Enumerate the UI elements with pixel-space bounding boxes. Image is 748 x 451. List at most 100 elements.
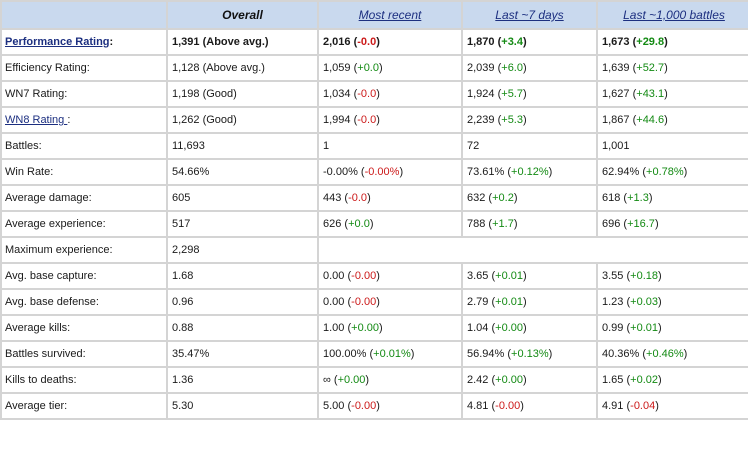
- row-label: Average tier:: [0, 392, 168, 420]
- stat-value: -0.00%: [323, 166, 358, 178]
- most-recent-value: 0.00 (-0.00): [317, 262, 463, 290]
- header-last-1000-battles[interactable]: Last ~1,000 battles: [596, 0, 748, 30]
- last-7-days-link[interactable]: Last ~7 days: [495, 8, 563, 22]
- header-most-recent[interactable]: Most recent: [317, 0, 463, 30]
- delta-negative: -0.04: [630, 400, 656, 412]
- most-recent-value: 626 (+0.0): [317, 210, 463, 238]
- overall-value: 54.66%: [166, 158, 319, 186]
- stat-value: 2.42: [467, 374, 489, 386]
- last-7-days-value: 2.42 (+0.00): [461, 366, 598, 394]
- table-row: Maximum experience: 2,298: [0, 236, 748, 264]
- stat-value: ∞: [323, 374, 331, 386]
- last-1000-value: 1,639 (+52.7): [596, 54, 748, 82]
- stat-value: 1,870: [467, 36, 495, 48]
- delta-positive: +0.00: [495, 322, 523, 334]
- last-1000-value: 618 (+1.3): [596, 184, 748, 212]
- stat-value: 1,034: [323, 88, 351, 100]
- delta-positive: +0.03: [630, 296, 658, 308]
- header-row: Overall Most recent Last ~7 days Last ~1…: [0, 0, 748, 30]
- stat-value: 2,239: [467, 114, 495, 126]
- table-row: Battles survived: 35.47% 100.00% (+0.01%) 5…: [0, 340, 748, 368]
- row-label: Maximum experience:: [0, 236, 168, 264]
- delta-positive: +0.13%: [511, 348, 549, 360]
- delta-negative: -0.0: [357, 114, 377, 126]
- overall-value: 1,128 (Above avg.): [166, 54, 319, 82]
- overall-value: 1.68: [166, 262, 319, 290]
- last-1000-value: 1,001: [596, 132, 748, 160]
- last-7-days-value: 56.94% (+0.13%): [461, 340, 598, 368]
- last-1000-battles-link[interactable]: Last ~1,000 battles: [623, 8, 725, 22]
- last-1000-value: 40.36% (+0.46%): [596, 340, 748, 368]
- most-recent-value: 443 (-0.0): [317, 184, 463, 212]
- delta-positive: +1.3: [627, 192, 649, 204]
- most-recent-value: ∞ (+0.00): [317, 366, 463, 394]
- last-1000-value: 1.23 (+0.03): [596, 288, 748, 316]
- delta-negative: -0.00%: [364, 166, 400, 178]
- stat-value: 1.00: [323, 322, 345, 334]
- most-recent-value: -0.00% (-0.00%): [317, 158, 463, 186]
- stat-value: 1,673: [602, 36, 630, 48]
- most-recent-value: 2,016 (-0.0): [317, 28, 463, 56]
- stat-value: 696: [602, 218, 621, 230]
- row-label: Efficiency Rating:: [0, 54, 168, 82]
- overall-value: 5.30: [166, 392, 319, 420]
- rating-link[interactable]: WN8 Rating: [5, 114, 67, 126]
- stat-value: 1.23: [602, 296, 624, 308]
- row-label: Kills to deaths:: [0, 366, 168, 394]
- delta-negative: -0.0: [357, 88, 377, 100]
- header-last-7-days[interactable]: Last ~7 days: [461, 0, 598, 30]
- delta-positive: +6.0: [501, 62, 523, 74]
- last-1000-value: 1,627 (+43.1): [596, 80, 748, 108]
- delta-positive: +0.02: [630, 374, 658, 386]
- table-row: Avg. base capture: 1.68 0.00 (-0.00) 3.65 (…: [0, 262, 748, 290]
- delta-positive: +0.01%: [373, 348, 411, 360]
- stat-value: 443: [323, 192, 342, 204]
- stat-value: 1.04: [467, 322, 489, 334]
- row-label[interactable]: WN8 Rating :: [0, 106, 168, 134]
- table-row: WN7 Rating: 1,198 (Good) 1,034 (-0.0) 1,924…: [0, 80, 748, 108]
- stat-value: 0.00: [323, 296, 345, 308]
- delta-positive: +16.7: [627, 218, 655, 230]
- overall-value: 0.88: [166, 314, 319, 342]
- stat-value: 3.65: [467, 270, 489, 282]
- most-recent-value: 0.00 (-0.00): [317, 288, 463, 316]
- delta-positive: +0.00: [351, 322, 379, 334]
- table-row: Efficiency Rating: 1,128 (Above avg.) 1,05…: [0, 54, 748, 82]
- delta-negative: -0.00: [351, 270, 377, 282]
- most-recent-value: 1,059 (+0.0): [317, 54, 463, 82]
- last-7-days-value: 3.65 (+0.01): [461, 262, 598, 290]
- stat-value: 626: [323, 218, 342, 230]
- overall-value: 1,391 (Above avg.): [166, 28, 319, 56]
- stat-value: 1,994: [323, 114, 351, 126]
- delta-positive: +0.0: [348, 218, 370, 230]
- delta-positive: +5.3: [501, 114, 523, 126]
- table-row: Win Rate: 54.66% -0.00% (-0.00%) 73.61% (+0…: [0, 158, 748, 186]
- overall-value: 11,693: [166, 132, 319, 160]
- label-colon: :: [67, 114, 71, 126]
- empty-cell: [317, 236, 748, 264]
- delta-negative: -0.0: [357, 36, 377, 48]
- row-label[interactable]: Performance Rating:: [0, 28, 168, 56]
- row-label: WN7 Rating:: [0, 80, 168, 108]
- stat-value: 56.94%: [467, 348, 505, 360]
- table-row: Battles: 11,693 1 72 1,001: [0, 132, 748, 160]
- delta-negative: -0.00: [351, 400, 377, 412]
- last-1000-value: 4.91 (-0.04): [596, 392, 748, 420]
- rating-link[interactable]: Performance Rating: [5, 36, 110, 48]
- delta-positive: +1.7: [492, 218, 514, 230]
- stat-value: 1.65: [602, 374, 624, 386]
- last-7-days-value: 788 (+1.7): [461, 210, 598, 238]
- delta-positive: +0.00: [495, 374, 523, 386]
- most-recent-value: 1,034 (-0.0): [317, 80, 463, 108]
- table-row: Average damage: 605 443 (-0.0) 632 (+0.2) 61…: [0, 184, 748, 212]
- most-recent-link[interactable]: Most recent: [359, 8, 422, 22]
- stat-value: 4.91: [602, 400, 624, 412]
- stat-value: 1,059: [323, 62, 351, 74]
- last-1000-value: 3.55 (+0.18): [596, 262, 748, 290]
- table-row: Average kills: 0.88 1.00 (+0.00) 1.04 (+0.0…: [0, 314, 748, 342]
- last-7-days-value: 1,924 (+5.7): [461, 80, 598, 108]
- overall-value: 1.36: [166, 366, 319, 394]
- delta-positive: +0.01: [630, 322, 658, 334]
- last-1000-value: 696 (+16.7): [596, 210, 748, 238]
- last-7-days-value: 1,870 (+3.4): [461, 28, 598, 56]
